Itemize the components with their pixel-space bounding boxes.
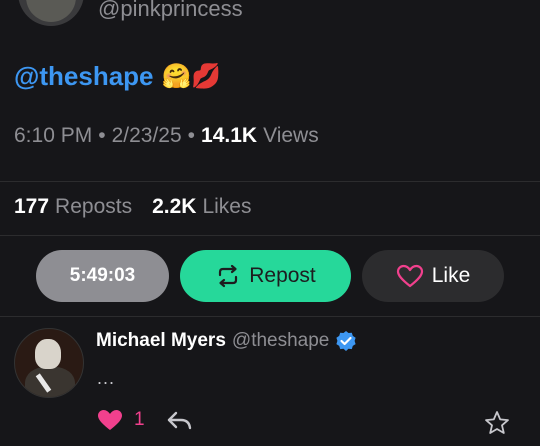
reply-header: Michael Myers @theshape [96,330,357,352]
top-handle[interactable]: @pinkprincess [98,0,243,22]
tweet-date: 2/23/25 [111,124,182,147]
emoji-text: 🤗💋 [161,62,222,90]
reply-actions: 1 [96,408,195,432]
likes-label[interactable]: Likes [202,195,251,219]
reply-avatar[interactable] [14,328,84,398]
mention-link[interactable]: @theshape [14,60,154,92]
reply-author-name[interactable]: Michael Myers [96,330,226,352]
verified-badge-icon [336,331,356,351]
repost-label: Repost [249,264,316,287]
reply-arrow-icon[interactable] [165,408,195,432]
tweet-meta: 6:10 PM • 2/23/25 • 14.1K Views [14,124,319,148]
reply-author-handle[interactable]: @theshape [232,330,329,352]
reposts-count[interactable]: 177 [14,195,49,219]
timer-label: 5:49:03 [69,265,136,286]
like-button[interactable]: Like [362,250,504,302]
heart-filled-icon[interactable] [96,408,124,432]
heart-outline-icon [396,264,423,288]
reply-like-count: 1 [134,409,145,430]
reply-text: ... [97,368,116,388]
tweet-text: @theshape 🤗💋 [14,60,221,92]
engagement-counts: 177 Reposts 2.2K Likes [14,195,251,219]
reposts-label[interactable]: Reposts [55,195,132,219]
meta-separator: • [98,124,106,147]
repost-button[interactable]: Repost [180,250,351,302]
views-label: Views [263,124,319,147]
star-icon[interactable] [484,410,510,436]
repost-icon [219,264,238,288]
top-avatar[interactable] [18,0,84,26]
divider [0,235,540,236]
views-count: 14.1K [201,124,258,147]
meta-separator: • [187,124,196,147]
like-label: Like [431,264,471,287]
tweet-time: 6:10 PM [14,124,93,147]
timer-button[interactable]: 5:49:03 [36,250,169,302]
divider [0,316,540,317]
divider [0,181,540,182]
likes-count[interactable]: 2.2K [152,195,196,219]
